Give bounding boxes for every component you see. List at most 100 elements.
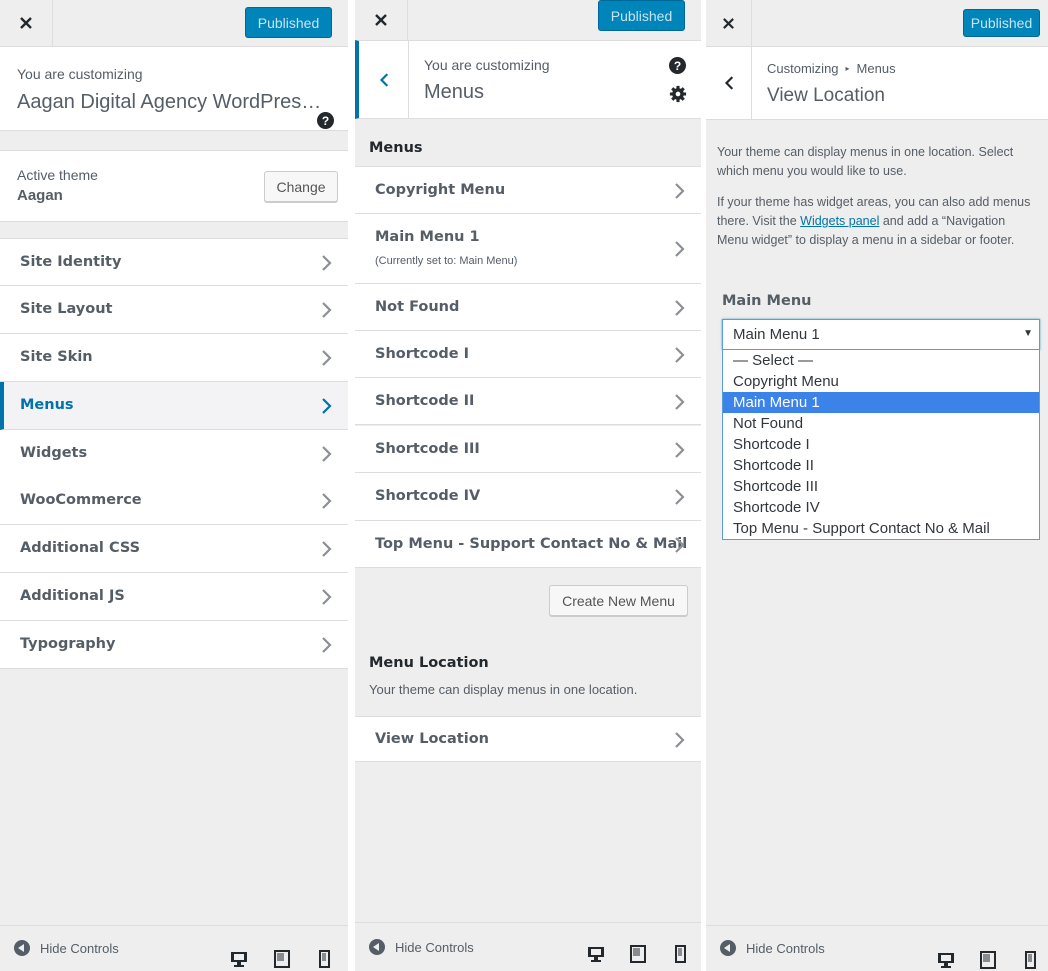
section-additional-js[interactable]: Additional JS [0,573,348,621]
chevron-right-icon [322,302,332,318]
section-site-identity[interactable]: Site Identity [0,238,348,286]
section-additional-css[interactable]: Additional CSS [0,525,348,573]
chevron-left-icon [379,72,388,87]
close-customizer-button[interactable] [355,0,408,40]
select-option[interactable]: — Select — [723,350,1039,371]
desktop-preview-icon[interactable] [587,945,605,963]
view-location-panel: Published Customizing ▸ Menus View Locat… [706,0,1048,971]
section-label: Menus [20,397,74,413]
select-option[interactable]: Shortcode III [723,476,1039,497]
section-label: Additional JS [20,588,125,604]
panel-title: View Location [767,85,885,106]
menu-item[interactable]: Copyright Menu [355,166,701,214]
menu-item-label: Main Menu 1 [375,229,480,245]
menu-item[interactable]: Shortcode I [355,331,701,378]
menu-item[interactable]: Main Menu 1 (Currently set to: Main Menu) [355,214,701,284]
published-button[interactable]: Published [245,7,332,38]
menu-item[interactable]: Shortcode IV [355,473,701,521]
select-option[interactable]: Shortcode IV [723,497,1039,518]
change-theme-button[interactable]: Change [264,171,338,202]
customizing-label: You are customizing [424,57,550,73]
tablet-preview-icon[interactable] [979,951,997,969]
menu-item[interactable]: Top Menu - Support Contact No & Mail [355,521,701,568]
menus-heading: Menus [369,140,423,156]
desktop-preview-icon[interactable] [230,950,248,968]
menu-item[interactable]: Shortcode II [355,378,701,425]
tablet-preview-icon[interactable] [273,950,291,968]
close-customizer-button[interactable] [706,0,752,46]
main-menu-options: — Select — Copyright Menu Main Menu 1 Not F… [722,350,1040,540]
section-typography[interactable]: Typography [0,621,348,669]
section-widgets[interactable]: Widgets [0,430,348,478]
gear-icon[interactable] [669,85,687,103]
section-label: Site Skin [20,349,93,365]
section-label: Site Identity [20,254,122,270]
select-option[interactable]: Shortcode I [723,434,1039,455]
desktop-preview-icon[interactable] [937,951,955,969]
select-value: Main Menu 1 [733,326,820,343]
chevron-right-icon [675,299,685,316]
section-label: Additional CSS [20,540,141,556]
main-menu-field-label: Main Menu [722,293,812,309]
customizing-label: You are customizing [17,66,143,82]
active-theme-label: Active theme [17,167,98,183]
chevron-right-icon [675,183,685,199]
menu-location-description: Your theme can display menus in one loca… [369,682,638,697]
menu-location-heading: Menu Location [369,655,489,671]
footer-bar: Hide Controls [706,925,1048,971]
hide-controls-label: Hide Controls [40,940,119,956]
hide-controls-button[interactable]: Hide Controls [369,939,474,955]
chevron-right-icon [322,446,332,462]
back-button[interactable] [359,41,409,118]
hide-controls-button[interactable]: Hide Controls [14,940,119,956]
location-description: Your theme can display menus in one loca… [717,145,1014,178]
menu-item[interactable]: Shortcode III [355,426,701,473]
select-option[interactable]: Main Menu 1 [723,392,1039,413]
mobile-preview-icon[interactable] [671,945,689,963]
panel-title: Menus [424,81,485,103]
breadcrumb-root: Customizing [767,61,839,76]
section-woocommerce[interactable]: WooCommerce [0,477,348,525]
menu-item-label: Shortcode I [375,346,470,362]
menu-item-label: Copyright Menu [375,182,506,198]
section-label: Typography [20,636,116,652]
mobile-preview-icon[interactable] [1021,951,1039,969]
section-menus[interactable]: Menus [0,382,348,430]
menu-item[interactable]: Not Found [355,284,701,331]
select-option[interactable]: Not Found [723,413,1039,434]
chevron-right-icon [322,493,332,509]
back-button[interactable] [706,47,752,119]
main-menu-select[interactable]: Main Menu 1 ▼ [722,319,1040,350]
select-option[interactable]: Copyright Menu [723,371,1039,392]
help-icon[interactable]: ? [317,112,334,129]
chevron-right-icon [675,393,685,410]
site-title: Aagan Digital Agency WordPres… [17,91,322,113]
published-button[interactable]: Published [963,9,1040,37]
section-site-skin[interactable]: Site Skin [0,334,348,382]
section-label: WooCommerce [20,492,142,508]
menu-item-label: Shortcode III [375,441,480,457]
select-option[interactable]: Top Menu - Support Contact No & Mail [723,518,1039,539]
collapse-icon [14,940,30,956]
chevron-right-icon [675,732,685,748]
panel-header: Published [0,0,348,47]
tablet-preview-icon[interactable] [629,945,647,963]
customizing-info: You are customizing Aagan Digital Agency… [0,47,348,131]
chevron-left-icon [724,76,733,90]
section-site-layout[interactable]: Site Layout [0,286,348,334]
select-option[interactable]: Shortcode II [723,455,1039,476]
customizer-panel-root: Published You are customizing Aagan Digi… [0,0,348,971]
close-customizer-button[interactable] [0,0,53,46]
view-location-row[interactable]: View Location [355,716,701,762]
widget-areas-description: If your theme has widget areas, you can … [717,193,1037,250]
mobile-preview-icon[interactable] [315,950,333,968]
breadcrumb-child: Menus [856,61,896,76]
published-button[interactable]: Published [598,0,685,31]
menu-item-label: Shortcode IV [375,488,481,504]
create-new-menu-button[interactable]: Create New Menu [549,585,688,616]
hide-controls-button[interactable]: Hide Controls [720,940,825,956]
chevron-right-icon [322,589,332,605]
help-icon[interactable]: ? [669,57,686,74]
footer-bar: Hide Controls [0,925,348,971]
widgets-panel-link[interactable]: Widgets panel [800,214,879,228]
